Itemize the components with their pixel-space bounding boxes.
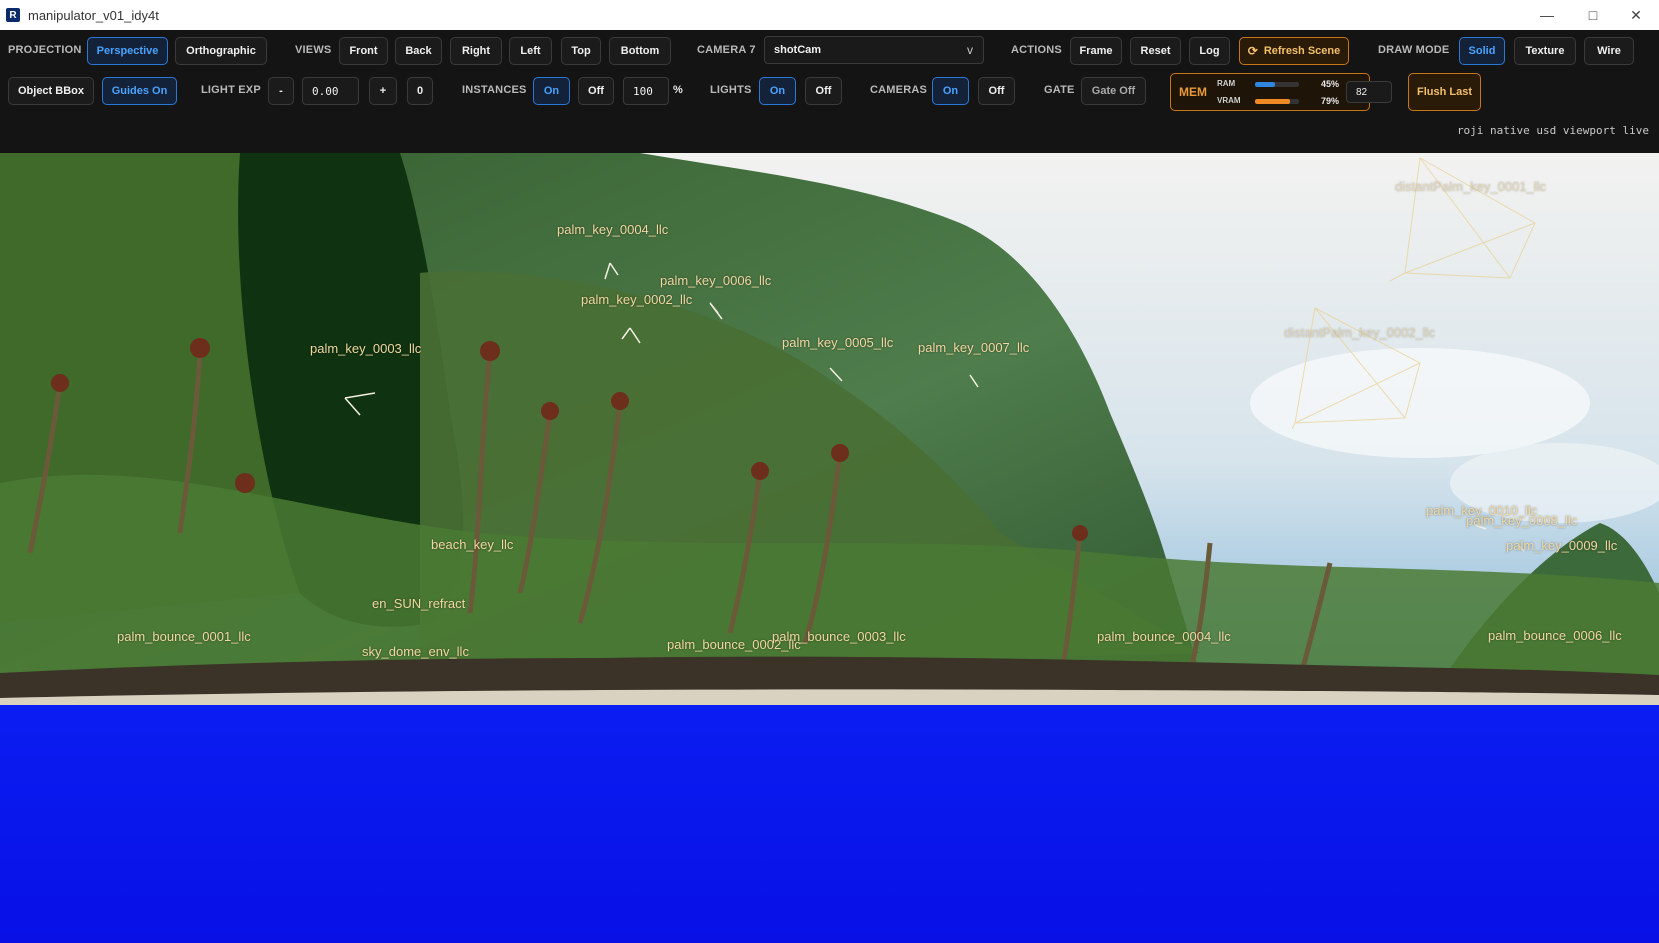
maximize-icon[interactable]: □ <box>1570 0 1616 30</box>
instances-on-button[interactable]: On <box>533 77 570 105</box>
light-exp-label: LIGHT EXP <box>201 84 261 96</box>
light-exp-decrement-button[interactable]: - <box>268 77 294 105</box>
cameras-off-button[interactable]: Off <box>978 77 1015 105</box>
camera-select[interactable]: shotCam v <box>764 36 984 64</box>
window-title: manipulator_v01_idy4t <box>28 7 159 23</box>
gate-toggle-button[interactable]: Gate Off <box>1081 77 1146 105</box>
guide-label[interactable]: en_SUN_refract <box>372 596 465 611</box>
ram-percent: 45% <box>1321 79 1340 89</box>
mem-label: MEM <box>1179 85 1207 99</box>
camera-select-value: shotCam <box>774 44 822 56</box>
cameras-on-button[interactable]: On <box>932 77 969 105</box>
reset-button[interactable]: Reset <box>1130 37 1181 65</box>
guide-label[interactable]: sky_dome_env_llc <box>362 644 469 659</box>
ram-usage-bar <box>1255 82 1299 87</box>
view-back-button[interactable]: Back <box>395 37 442 65</box>
vram-percent: 79% <box>1321 96 1340 106</box>
projection-label: PROJECTION <box>8 44 82 56</box>
view-right-button[interactable]: Right <box>450 37 502 65</box>
app-icon: R <box>6 8 20 22</box>
guide-label[interactable]: palm_bounce_0001_llc <box>117 629 251 644</box>
percent-sign: % <box>673 84 683 96</box>
guide-label[interactable]: distantPalm_key_0002_llc <box>1284 325 1435 340</box>
guide-label[interactable]: palm_bounce_0003_llc <box>772 629 906 644</box>
orthographic-button[interactable]: Orthographic <box>175 37 267 65</box>
guide-label[interactable]: palm_bounce_0004_llc <box>1097 629 1231 644</box>
lights-off-button[interactable]: Off <box>805 77 842 105</box>
camera-label: CAMERA 7 <box>697 44 756 56</box>
window-titlebar: R manipulator_v01_idy4t — □ ✕ <box>0 0 1659 30</box>
ocean <box>0 705 1659 943</box>
close-icon[interactable]: ✕ <box>1613 0 1659 30</box>
cameras-label: CAMERAS <box>870 84 928 96</box>
refresh-icon: ⟳ <box>1247 44 1258 58</box>
guide-label[interactable]: palm_key_0003_llc <box>310 341 421 356</box>
guides-toggle-button[interactable]: Guides On <box>102 77 177 105</box>
view-bottom-button[interactable]: Bottom <box>609 37 671 65</box>
guide-label[interactable]: palm_key_0005_llc <box>782 335 893 350</box>
chevron-down-icon: v <box>967 43 973 57</box>
memory-panel: MEM RAM 45% VRAM 79% <box>1170 73 1370 111</box>
guide-label[interactable]: palm_key_0009_llc <box>1506 538 1617 553</box>
refresh-scene-label: Refresh Scene <box>1263 45 1341 57</box>
light-exp-increment-button[interactable]: + <box>369 77 397 105</box>
guide-label[interactable]: palm_key_0004_llc <box>557 222 668 237</box>
log-button[interactable]: Log <box>1189 37 1230 65</box>
viewport-status-text: roji native usd viewport live <box>1456 124 1649 137</box>
guide-label[interactable]: palm_key_0006_llc <box>660 273 771 288</box>
draw-mode-label: DRAW MODE <box>1378 44 1450 56</box>
flush-last-button[interactable]: Flush Last <box>1408 73 1481 111</box>
actions-label: ACTIONS <box>1011 44 1062 56</box>
guide-label[interactable]: palm_bounce_0006_llc <box>1488 628 1622 643</box>
ram-label: RAM <box>1217 79 1236 88</box>
instances-percent-input[interactable]: 100 <box>623 77 669 105</box>
vram-usage-fill <box>1255 99 1290 104</box>
guide-label[interactable]: distantPalm_key_0001_llc <box>1395 179 1546 194</box>
view-left-button[interactable]: Left <box>509 37 552 65</box>
view-front-button[interactable]: Front <box>339 37 388 65</box>
guide-label[interactable]: palm_key_0008_llc <box>1466 513 1577 528</box>
instances-off-button[interactable]: Off <box>578 77 614 105</box>
3d-viewport[interactable]: palm_key_0004_llc palm_key_0006_llc palm… <box>0 153 1659 943</box>
light-exp-reset-button[interactable]: 0 <box>407 77 433 105</box>
instances-label: INSTANCES <box>462 84 527 96</box>
vram-label: VRAM <box>1217 96 1241 105</box>
ram-usage-fill <box>1255 82 1275 87</box>
mem-input[interactable]: 82 <box>1346 81 1392 103</box>
guide-label[interactable]: palm_key_0002_llc <box>581 292 692 307</box>
draw-texture-button[interactable]: Texture <box>1514 37 1576 65</box>
viewport-scene <box>0 153 1659 943</box>
light-exp-input[interactable]: 0.00 <box>302 77 359 105</box>
lights-label: LIGHTS <box>710 84 752 96</box>
guide-label[interactable]: palm_key_0007_llc <box>918 340 1029 355</box>
draw-wire-button[interactable]: Wire <box>1584 37 1634 65</box>
object-bbox-button[interactable]: Object BBox <box>8 77 94 105</box>
guide-label[interactable]: beach_key_llc <box>431 537 513 552</box>
lights-on-button[interactable]: On <box>759 77 796 105</box>
perspective-button[interactable]: Perspective <box>87 37 168 65</box>
frame-button[interactable]: Frame <box>1070 37 1122 65</box>
gate-label: GATE <box>1044 84 1075 96</box>
vram-usage-bar <box>1255 99 1299 104</box>
draw-solid-button[interactable]: Solid <box>1459 37 1505 65</box>
minimize-icon[interactable]: — <box>1524 0 1570 30</box>
views-label: VIEWS <box>295 44 332 56</box>
refresh-scene-button[interactable]: ⟳ Refresh Scene <box>1239 37 1349 65</box>
view-top-button[interactable]: Top <box>561 37 601 65</box>
